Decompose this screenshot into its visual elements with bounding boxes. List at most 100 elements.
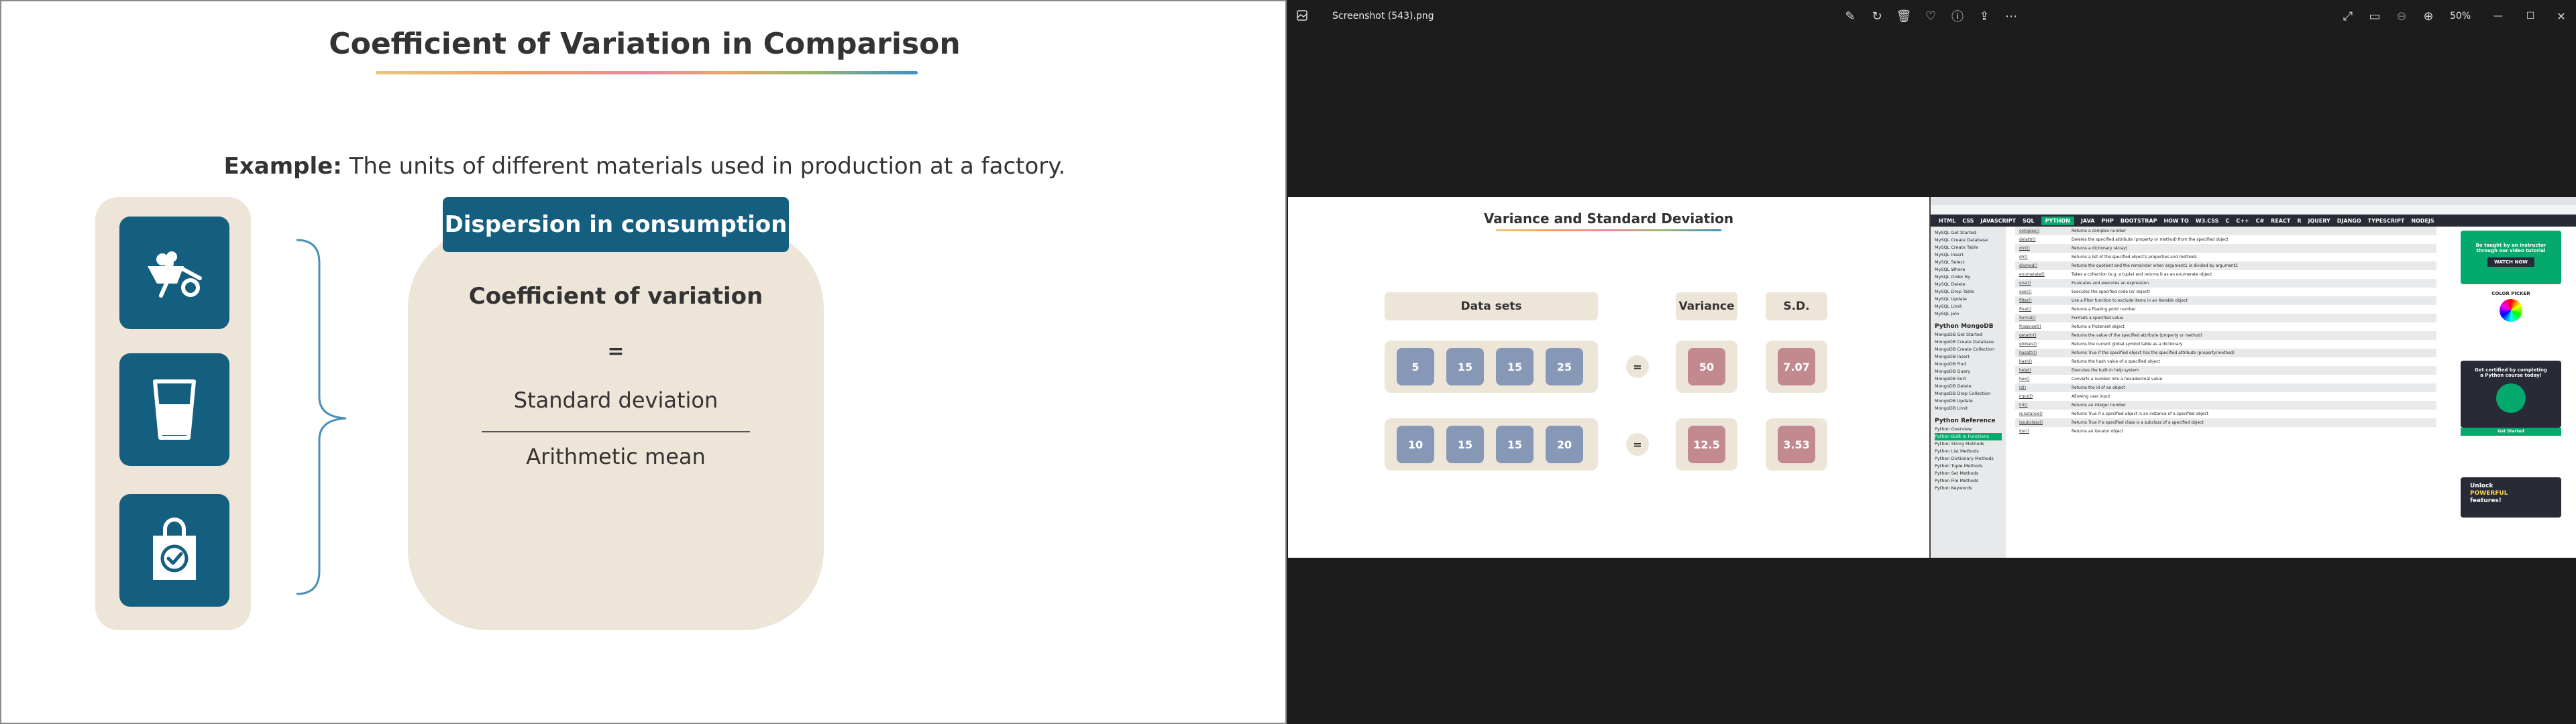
function-link[interactable]: dir() <box>2015 255 2072 259</box>
w3-nav-item[interactable]: NODEJS <box>2411 218 2434 224</box>
zoom-out-icon[interactable]: ⊖ <box>2394 8 2410 24</box>
function-link[interactable]: divmod() <box>2015 263 2072 268</box>
w3-sidebar-link[interactable]: MongoDB Limit <box>1935 405 2002 412</box>
function-link[interactable]: iter() <box>2015 429 2072 434</box>
fullscreen-icon[interactable]: ⤢ <box>2340 8 2356 24</box>
function-link[interactable]: hex() <box>2015 377 2072 381</box>
watch-now-button[interactable]: WATCH NOW <box>2487 257 2534 267</box>
w3-sidebar-link[interactable]: MongoDB Update <box>1935 398 2002 405</box>
w3-nav-item[interactable]: JQUERY <box>2308 218 2330 224</box>
w3-nav-item[interactable]: C <box>2225 218 2229 224</box>
w3-nav-item[interactable]: TYPESCRIPT <box>2368 218 2405 224</box>
maximize-icon[interactable]: ☐ <box>2522 8 2538 24</box>
w3-sidebar-link[interactable]: MySQL Update <box>1935 296 2002 303</box>
get-started-button[interactable]: Get Started <box>2461 428 2561 436</box>
function-link[interactable]: dict() <box>2015 246 2072 251</box>
displayed-image[interactable]: Variance and Standard Deviation Data set… <box>1288 197 2576 558</box>
w3-sidebar-link[interactable]: Python Built-in Functions <box>1935 433 2002 440</box>
w3-sidebar-link[interactable]: MySQL Where <box>1935 266 2002 274</box>
w3-sidebar-link[interactable]: MongoDB Query <box>1935 368 2002 375</box>
function-link[interactable]: help() <box>2015 368 2072 373</box>
w3-sidebar-link[interactable]: Python Keywords <box>1935 485 2002 492</box>
w3-nav-item[interactable]: JAVA <box>2081 218 2094 224</box>
delete-icon[interactable]: 🗑 <box>1896 8 1912 24</box>
function-link[interactable]: id() <box>2015 385 2072 390</box>
w3-nav-item[interactable]: CSS <box>1962 218 1974 224</box>
minimize-icon[interactable]: — <box>2490 8 2506 24</box>
function-link[interactable]: eval() <box>2015 281 2072 286</box>
info-icon[interactable]: ⓘ <box>1949 8 1966 24</box>
function-link[interactable]: float() <box>2015 307 2072 312</box>
w3-nav-item[interactable]: JAVASCRIPT <box>1980 218 2016 224</box>
function-link[interactable]: delattr() <box>2015 237 2072 242</box>
w3-nav-item[interactable]: C++ <box>2236 218 2249 224</box>
more-icon[interactable]: ⋯ <box>2003 8 2019 24</box>
w3-nav-item[interactable]: C# <box>2256 218 2265 224</box>
unlock-ad[interactable]: Unlock POWERFUL features! <box>2461 477 2561 518</box>
table-row: delattr() Deletes the specified attribute… <box>2015 235 2436 244</box>
color-wheel-icon[interactable] <box>2500 299 2522 322</box>
function-link[interactable]: issubclass() <box>2015 420 2072 425</box>
w3-nav-item[interactable]: DJANGO <box>2337 218 2361 224</box>
w3-sidebar-link[interactable]: MongoDB Create Collection <box>1935 346 2002 353</box>
w3-nav-item[interactable]: BOOTSTRAP <box>2121 218 2157 224</box>
close-icon[interactable]: ✕ <box>2553 8 2569 24</box>
w3-nav-item[interactable]: W3.CSS <box>2196 218 2219 224</box>
function-link[interactable]: input() <box>2015 394 2072 399</box>
function-link[interactable]: hash() <box>2015 359 2072 364</box>
w3-nav-item[interactable]: R <box>2297 218 2301 224</box>
function-link[interactable]: hasattr() <box>2015 351 2072 355</box>
example-label: Example: <box>223 153 342 180</box>
function-link[interactable]: format() <box>2015 316 2072 320</box>
w3-sidebar-link[interactable]: MySQL Select <box>1935 259 2002 266</box>
w3-sidebar-link[interactable]: MySQL Insert <box>1935 251 2002 259</box>
edit-icon[interactable]: ✎ <box>1842 8 1858 24</box>
w3-nav-item[interactable]: HTML <box>1939 218 1955 224</box>
w3-sidebar-link[interactable]: Python Overview <box>1935 426 2002 433</box>
w3-sidebar-link[interactable]: MongoDB Get Started <box>1935 331 2002 339</box>
w3-nav-item[interactable]: PYTHON <box>2041 216 2074 225</box>
w3-sidebar-link[interactable]: MySQL Drop Table <box>1935 288 2002 296</box>
w3-sidebar-link[interactable]: MongoDB Sort <box>1935 375 2002 383</box>
favorite-icon[interactable]: ♡ <box>1923 8 1939 24</box>
w3-sidebar-link[interactable]: MySQL Create Database <box>1935 237 2002 244</box>
function-link[interactable]: int() <box>2015 403 2072 408</box>
w3-sidebar-link[interactable]: MongoDB Insert <box>1935 353 2002 361</box>
function-link[interactable]: isinstance() <box>2015 412 2072 416</box>
w3-sidebar-link[interactable]: MySQL Limit <box>1935 303 2002 310</box>
w3-nav-item[interactable]: REACT <box>2271 218 2290 224</box>
w3-nav-item[interactable]: PHP <box>2101 218 2113 224</box>
w3-nav-item[interactable]: HOW TO <box>2163 218 2188 224</box>
w3-sidebar-link[interactable]: Python Tuple Methods <box>1935 463 2002 470</box>
function-link[interactable]: getattr() <box>2015 333 2072 338</box>
rotate-icon[interactable]: ↻ <box>1869 8 1885 24</box>
function-link[interactable]: frozenset() <box>2015 324 2072 329</box>
w3-sidebar-link[interactable]: Python List Methods <box>1935 448 2002 455</box>
w3-sidebar-link[interactable]: MongoDB Drop Collection <box>1935 390 2002 398</box>
w3-sidebar-link[interactable]: MySQL Get Started <box>1935 229 2002 237</box>
zoom-level[interactable]: 50% <box>2450 11 2471 21</box>
share-icon[interactable]: ⇪ <box>1976 8 1992 24</box>
function-link[interactable]: filter() <box>2015 298 2072 303</box>
w3-sidebar-link[interactable]: Python Set Methods <box>1935 470 2002 477</box>
video-ad[interactable]: Be taught by an Instructor through our v… <box>2461 231 2561 284</box>
w3-sidebar-link[interactable]: MongoDB Delete <box>1935 383 2002 390</box>
function-link[interactable]: enumerate() <box>2015 272 2072 277</box>
gallery-icon[interactable] <box>1296 9 1308 25</box>
w3-sidebar-link[interactable]: MongoDB Create Database <box>1935 339 2002 346</box>
w3-sidebar-link[interactable]: MongoDB Find <box>1935 361 2002 368</box>
function-link[interactable]: complex() <box>2015 229 2072 233</box>
w3-sidebar-link[interactable]: MySQL Create Table <box>1935 244 2002 251</box>
w3-sidebar-link[interactable]: MySQL Order By <box>1935 274 2002 281</box>
function-link[interactable]: globals() <box>2015 342 2072 347</box>
w3-sidebar-link[interactable]: MySQL Join <box>1935 310 2002 318</box>
w3-sidebar-link[interactable]: MySQL Delete <box>1935 281 2002 288</box>
w3-sidebar-link[interactable]: Python File Methods <box>1935 477 2002 485</box>
function-link[interactable]: exec() <box>2015 290 2072 294</box>
slideshow-icon[interactable]: ▭ <box>2367 8 2383 24</box>
zoom-in-icon[interactable]: ⊕ <box>2420 8 2436 24</box>
w3-sidebar-link[interactable]: Python Dictionary Methods <box>1935 455 2002 463</box>
w3-nav-item[interactable]: SQL <box>2023 218 2035 224</box>
w3-sidebar-link[interactable]: Python String Methods <box>1935 440 2002 448</box>
certification-ad[interactable]: Get certified by completing a Python cou… <box>2461 361 2561 428</box>
